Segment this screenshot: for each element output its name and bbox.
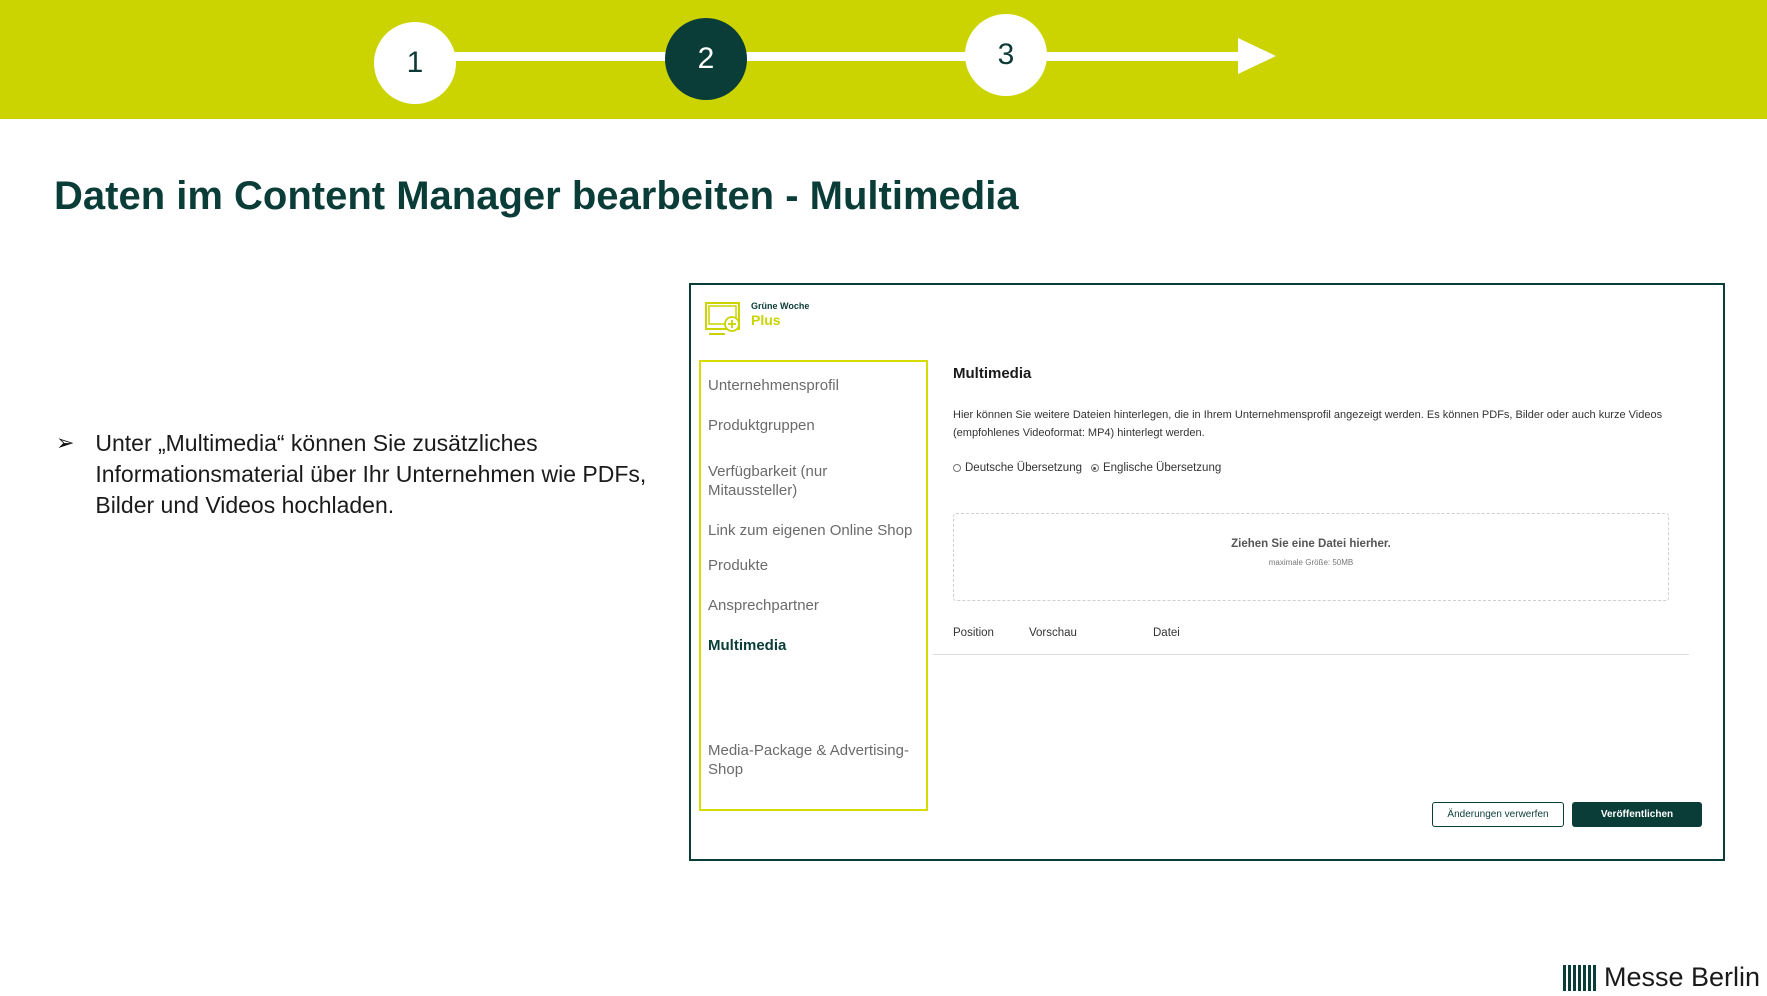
table-header: Position Vorschau Datei xyxy=(953,627,1689,653)
app-logo[interactable]: Grüne Woche Plus xyxy=(705,301,809,337)
radio-label-de: Deutsche Übersetzung xyxy=(965,462,1082,474)
sidebar-nav: Unternehmensprofil Produktgruppen Verfüg… xyxy=(699,360,928,811)
sidebar-item-online-shop[interactable]: Link zum eigenen Online Shop xyxy=(708,521,923,540)
table-divider xyxy=(933,654,1689,655)
dropzone-max-size: maximale Größe: 50MB xyxy=(1268,558,1354,567)
content-title: Multimedia xyxy=(953,365,1032,382)
footer-brand-text: Messe Berlin xyxy=(1604,962,1761,992)
app-screenshot: Grüne Woche Plus Unternehmensprofil Prod… xyxy=(689,283,1725,861)
column-header-datei: Datei xyxy=(1153,627,1180,639)
language-radio-group: Deutsche Übersetzung Englische Übersetzu… xyxy=(953,462,1230,474)
step-2: 2 xyxy=(665,18,747,100)
sidebar-item-multimedia[interactable]: Multimedia xyxy=(708,636,923,655)
file-dropzone[interactable]: Ziehen Sie eine Datei hierher. maximale … xyxy=(953,513,1669,601)
messe-berlin-logo: Messe Berlin xyxy=(1563,962,1760,992)
slide-title: Daten im Content Manager bearbeiten - Mu… xyxy=(54,174,1019,218)
monitor-plus-icon xyxy=(705,302,740,335)
step-connector-line xyxy=(440,52,1240,61)
discard-changes-button[interactable]: Änderungen verwerfen xyxy=(1432,802,1564,827)
step-3: 3 xyxy=(965,14,1047,96)
radio-label-en: Englische Übersetzung xyxy=(1102,462,1222,474)
logo-title: Grüne Woche xyxy=(751,301,810,311)
radio-checked-icon xyxy=(1090,464,1099,472)
content-description: Hier können Sie weitere Dateien hinterle… xyxy=(953,409,1663,439)
step-1: 1 xyxy=(374,22,456,104)
sidebar-item-produkte[interactable]: Produkte xyxy=(708,556,923,575)
column-header-position: Position xyxy=(953,627,994,639)
arrow-right-icon xyxy=(1238,38,1276,74)
column-header-vorschau: Vorschau xyxy=(1029,627,1077,639)
messe-berlin-bars-icon xyxy=(1563,963,1598,991)
sidebar-item-media-package[interactable]: Media-Package & Advertising-Shop xyxy=(708,741,918,779)
radio-deutsche-uebersetzung[interactable]: Deutsche Übersetzung xyxy=(953,462,1082,474)
publish-button[interactable]: Veröffentlichen xyxy=(1572,802,1702,827)
radio-englische-uebersetzung[interactable]: Englische Übersetzung xyxy=(1090,462,1222,474)
top-banner: 1 2 3 xyxy=(0,0,1767,119)
bullet-point: ➢ Unter „Multimedia“ können Sie zusätzli… xyxy=(56,428,676,521)
sidebar-item-verfuegbarkeit[interactable]: Verfügbarkeit (nur Mitaussteller) xyxy=(708,462,848,500)
radio-unchecked-icon xyxy=(953,464,961,472)
bullet-arrow-icon: ➢ xyxy=(56,430,75,455)
sidebar-item-ansprechpartner[interactable]: Ansprechpartner xyxy=(708,596,923,615)
bullet-text: Unter „Multimedia“ können Sie zusätzlich… xyxy=(95,430,647,518)
logo-subtitle: Plus xyxy=(751,312,781,328)
sidebar-item-produktgruppen[interactable]: Produktgruppen xyxy=(708,416,923,435)
sidebar-item-unternehmensprofil[interactable]: Unternehmensprofil xyxy=(708,376,923,395)
dropzone-title: Ziehen Sie eine Datei hierher. xyxy=(1231,538,1391,550)
